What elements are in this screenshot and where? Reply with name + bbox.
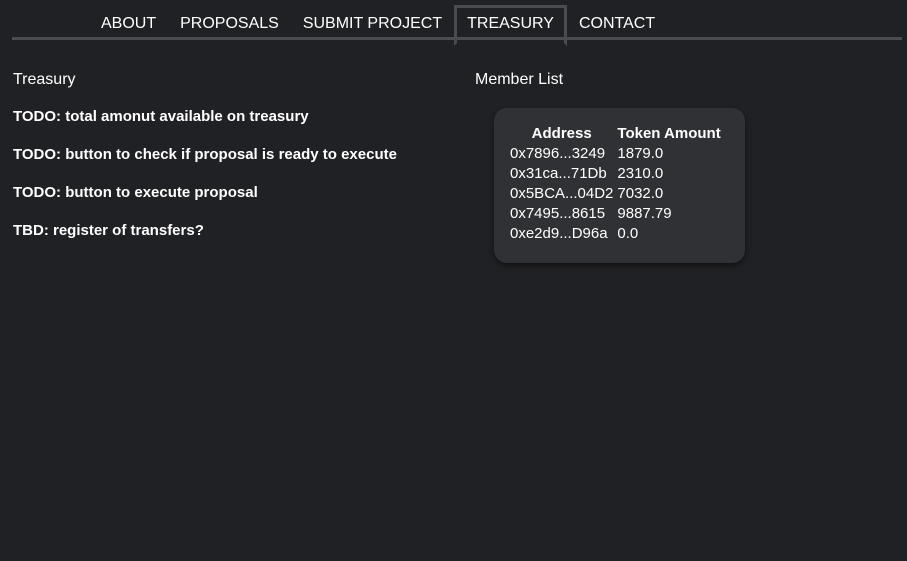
todo-list: TODO: total amonut available on treasury… <box>13 108 397 240</box>
member-address: 0x31ca...71Db <box>510 165 607 182</box>
tab-contact[interactable]: CONTACT <box>567 5 667 40</box>
todo-item: TODO: button to execute proposal <box>13 184 258 201</box>
todo-item: TODO: total amonut available on treasury <box>13 108 309 125</box>
table-row: 0x31ca...71Db 2310.0 <box>508 164 723 184</box>
table-row: 0x5BCA...04D2 7032.0 <box>508 184 723 204</box>
treasury-section: Treasury TODO: total amonut available on… <box>13 71 397 260</box>
table-row: 0xe2d9...D96a 0.0 <box>508 224 723 244</box>
member-address: 0x7495...8615 <box>510 205 606 222</box>
member-table: Address Token Amount 0x7896...3249 1879.… <box>508 124 723 244</box>
column-header-token-amount: Token Amount <box>617 125 721 142</box>
member-token-amount: 7032.0 <box>617 185 664 202</box>
column-header-address: Address <box>531 125 592 142</box>
treasury-title: Treasury <box>13 71 76 88</box>
table-header-row: Address Token Amount <box>508 124 723 144</box>
table-row: 0x7896...3249 1879.0 <box>508 144 723 164</box>
member-list-section: Member List Address Token Amount 0x7896.… <box>475 71 745 263</box>
tab-about[interactable]: ABOUT <box>89 5 168 40</box>
member-token-amount: 1879.0 <box>617 145 664 162</box>
member-token-amount: 9887.79 <box>617 205 672 222</box>
member-address: 0x5BCA...04D2 <box>510 185 614 202</box>
tab-submit-project[interactable]: SUBMIT PROJECT <box>291 5 454 40</box>
todo-item: TBD: register of transfers? <box>13 222 204 239</box>
tab-treasury[interactable]: TREASURY <box>454 5 567 46</box>
tab-proposals[interactable]: PROPOSALS <box>168 5 291 40</box>
member-card: Address Token Amount 0x7896...3249 1879.… <box>494 108 745 263</box>
member-address: 0x7896...3249 <box>510 145 606 162</box>
member-token-amount: 2310.0 <box>617 165 664 182</box>
member-token-amount: 0.0 <box>617 225 639 242</box>
nav-bar: ABOUT PROPOSALS SUBMIT PROJECT TREASURY … <box>12 5 902 46</box>
table-row: 0x7495...8615 9887.79 <box>508 204 723 224</box>
member-list-title: Member List <box>475 71 564 88</box>
page: { "nav": { "tabs": [ {"label": "ABOUT", … <box>0 0 907 561</box>
member-address: 0xe2d9...D96a <box>510 225 608 242</box>
nav-tabs: ABOUT PROPOSALS SUBMIT PROJECT TREASURY … <box>89 5 667 46</box>
todo-item: TODO: button to check if proposal is rea… <box>13 146 397 163</box>
